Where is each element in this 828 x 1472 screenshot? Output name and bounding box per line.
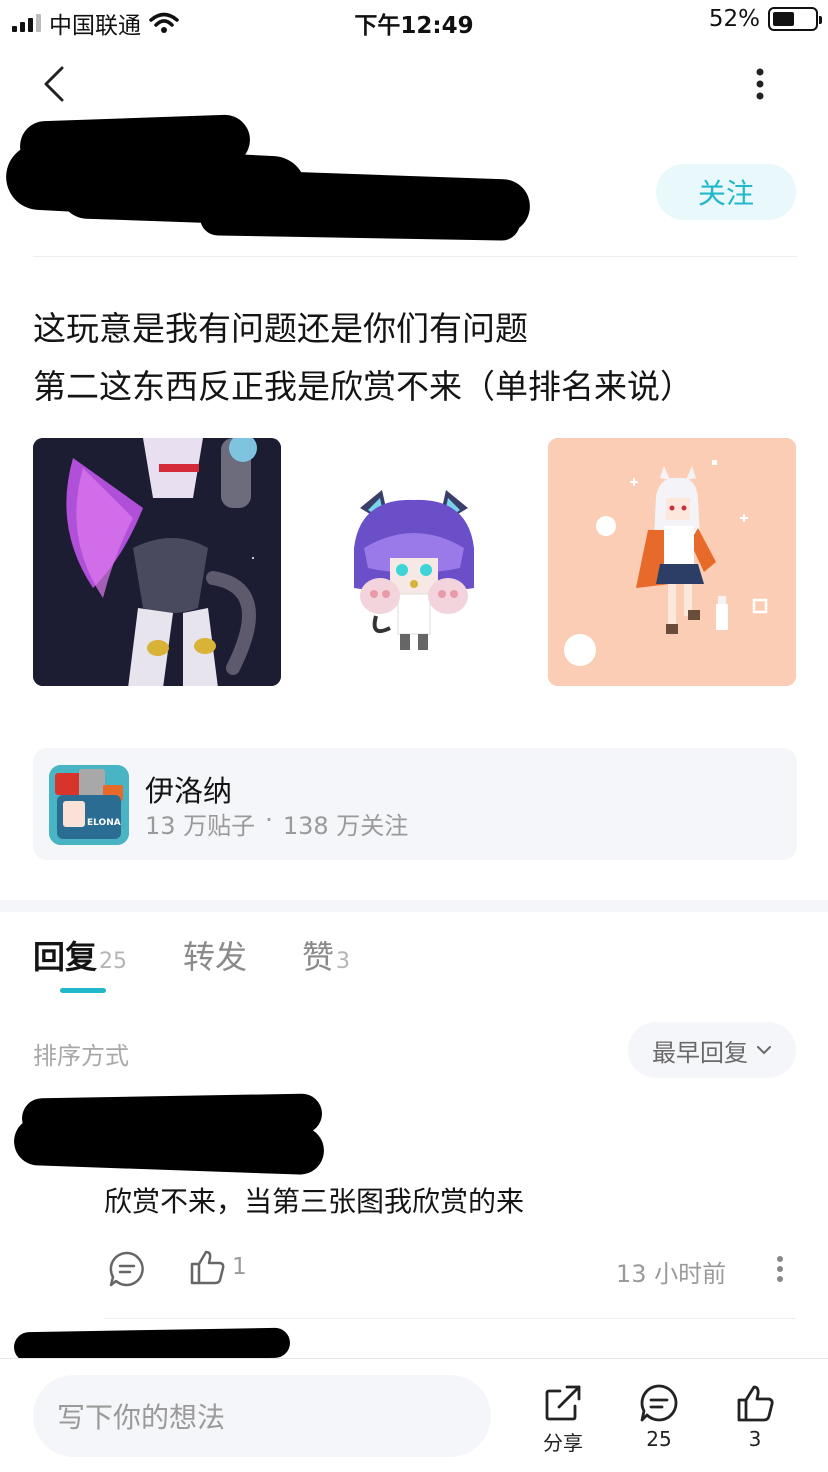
- post-image-1[interactable]: [33, 438, 281, 686]
- separator: ·: [265, 806, 273, 834]
- post-line: 第二这东西反正我是欣赏不来（单排名来说）: [33, 367, 693, 406]
- forum-follower-count: 138 万关注: [282, 812, 409, 840]
- tab-label: 回复: [33, 938, 98, 976]
- tab-count: 25: [99, 949, 128, 974]
- divider: [104, 1318, 796, 1319]
- tab-label: 转发: [183, 938, 248, 976]
- bottom-bar: 写下你的想法 分享 25 3: [0, 1358, 828, 1472]
- battery-icon: [768, 7, 822, 31]
- forum-name: 伊洛纳: [145, 774, 233, 808]
- post-image-3[interactable]: [548, 438, 796, 686]
- tab-label: 赞: [302, 938, 335, 976]
- thumbs-up-icon[interactable]: [188, 1248, 226, 1286]
- share-label: 分享: [543, 1431, 583, 1455]
- comment-input[interactable]: 写下你的想法: [33, 1375, 491, 1457]
- post-image-2[interactable]: [290, 438, 538, 686]
- status-time: 下午12:49: [354, 13, 474, 39]
- battery-percent: 52%: [708, 6, 760, 32]
- comment-like-count: 1: [232, 1254, 247, 1280]
- comment-button[interactable]: 25: [624, 1383, 694, 1451]
- tab-replies[interactable]: 回复 25: [33, 932, 127, 978]
- like-button[interactable]: 3: [720, 1383, 790, 1451]
- comment-timestamp: 13 小时前: [616, 1260, 727, 1288]
- section-separator: [0, 900, 828, 912]
- forum-card[interactable]: ELONA 伊洛纳 13 万贴子 · 138 万关注: [33, 748, 797, 860]
- comment-actions: 1 13 小时前: [104, 1246, 796, 1290]
- share-button[interactable]: 分享: [528, 1383, 598, 1456]
- forum-stats: 13 万贴子 · 138 万关注: [145, 806, 408, 841]
- post-line: 这玩意是我有问题还是你们有问题: [33, 309, 528, 348]
- reply-icon[interactable]: [108, 1250, 146, 1288]
- more-vertical-icon[interactable]: [770, 1252, 790, 1286]
- sort-dropdown[interactable]: 最早回复: [628, 1022, 796, 1078]
- divider: [33, 256, 797, 257]
- like-count: 3: [748, 1427, 762, 1451]
- svg-text:ELONA: ELONA: [87, 818, 121, 828]
- post-content: 这玩意是我有问题还是你们有问题 第二这东西反正我是欣赏不来（单排名来说）: [33, 300, 797, 416]
- robot-cat-girl-image: [33, 438, 281, 686]
- sort-selected: 最早回复: [652, 1038, 748, 1067]
- chevron-left-icon[interactable]: [36, 62, 72, 106]
- more-vertical-icon[interactable]: [740, 64, 780, 104]
- comment-icon: [640, 1384, 678, 1422]
- thumbs-up-icon: [737, 1385, 774, 1422]
- forum-avatar: ELONA: [49, 765, 129, 845]
- share-icon: [545, 1385, 581, 1421]
- follow-button[interactable]: 关注: [656, 164, 796, 220]
- white-hair-cat-girl-image: [548, 438, 796, 686]
- tab-active-indicator: [60, 988, 106, 993]
- pixel-cat-girl-image: [290, 438, 538, 686]
- sort-label: 排序方式: [33, 1042, 129, 1070]
- comment-count: 25: [646, 1427, 672, 1451]
- tab-likes[interactable]: 赞 3: [302, 932, 350, 978]
- comment-text: 欣赏不来，当第三张图我欣赏的来: [104, 1185, 525, 1218]
- forum-post-count: 13 万贴子: [145, 812, 256, 840]
- status-bar: 中国联通 下午12:49 52%: [0, 0, 828, 44]
- tab-reposts[interactable]: 转发: [183, 932, 247, 978]
- chevron-down-icon: [757, 1046, 771, 1055]
- tab-count: 3: [336, 949, 351, 974]
